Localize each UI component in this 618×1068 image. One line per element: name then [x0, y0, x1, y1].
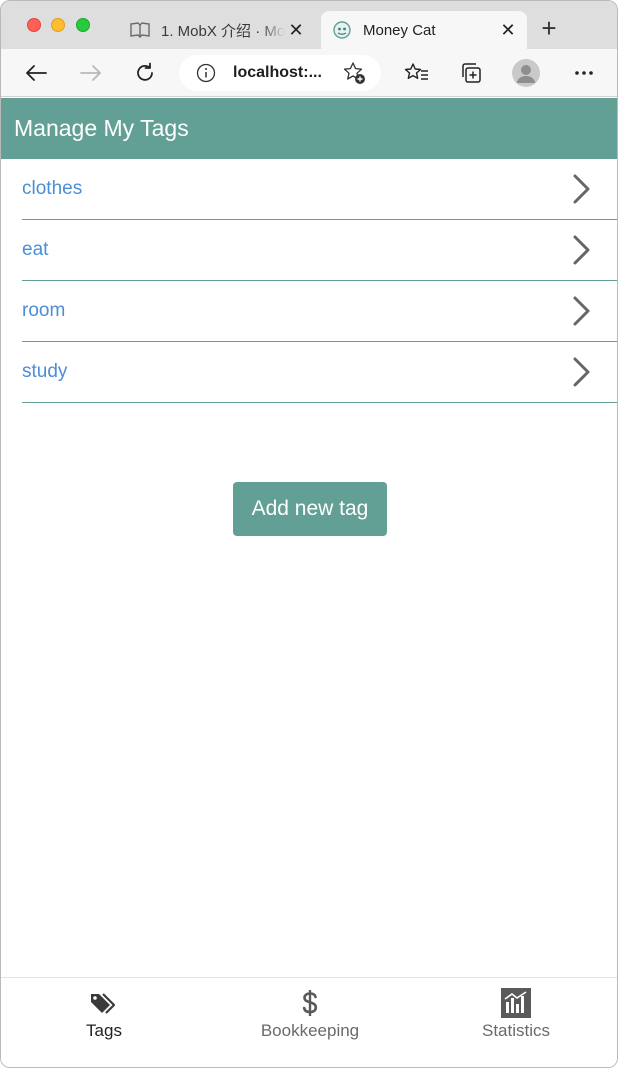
info-icon[interactable]	[195, 62, 217, 84]
nav-label: Bookkeeping	[260, 1021, 360, 1040]
tag-name[interactable]: eat	[22, 239, 48, 261]
close-window-button[interactable]	[27, 18, 41, 32]
collections-button[interactable]	[457, 59, 485, 87]
nav-item-bookkeeping[interactable]: Bookkeeping	[207, 978, 413, 1067]
tab-bar: 1. MobX 介绍 · Mo ✕ Money Cat ✕ +	[1, 1, 617, 49]
nav-label: Statistics	[481, 1021, 551, 1040]
nav-label: Tags	[86, 1021, 122, 1040]
tag-name[interactable]: clothes	[22, 178, 82, 200]
more-icon	[575, 71, 593, 75]
bottom-nav: Tags Bookkeeping Statistics	[1, 977, 617, 1067]
chevron-right-icon	[561, 352, 601, 392]
more-menu-button[interactable]	[570, 59, 598, 87]
chevron-right-icon	[561, 291, 601, 331]
tag-list: clothes eat room study	[22, 159, 617, 403]
tag-item[interactable]: eat	[22, 220, 617, 281]
chevron-right-icon	[561, 230, 601, 270]
page-title: Manage My Tags	[14, 115, 189, 141]
arrow-left-icon	[26, 65, 47, 81]
avatar-icon	[512, 59, 540, 87]
back-button[interactable]	[22, 59, 50, 87]
browser-window: 1. MobX 介绍 · Mo ✕ Money Cat ✕ + localhos…	[0, 0, 618, 1068]
tag-name[interactable]: room	[22, 300, 65, 322]
new-tab-button[interactable]: +	[537, 15, 561, 41]
collections-icon	[462, 63, 481, 83]
page-content: Manage My Tags clothes eat room study Ad…	[1, 98, 617, 1067]
favorites-icon	[404, 63, 428, 80]
favorites-button[interactable]	[403, 59, 431, 87]
reload-icon	[137, 62, 153, 81]
add-new-tag-button[interactable]: Add new tag	[233, 482, 387, 536]
forward-button[interactable]	[77, 59, 105, 87]
arrow-right-icon	[80, 65, 101, 81]
chevron-right-icon	[561, 169, 601, 209]
book-icon	[129, 19, 151, 41]
url-text: localhost:...	[233, 64, 322, 81]
address-bar[interactable]: localhost:...	[179, 55, 381, 91]
tag-item[interactable]: room	[22, 281, 617, 342]
chart-icon	[500, 988, 532, 1018]
close-tab-icon[interactable]: ✕	[285, 19, 307, 41]
tab-money-cat[interactable]: Money Cat ✕	[321, 11, 527, 49]
minimize-window-button[interactable]	[51, 18, 65, 32]
close-tab-icon[interactable]: ✕	[497, 19, 519, 41]
app-favicon-icon	[331, 19, 353, 41]
browser-toolbar: localhost:...	[1, 49, 617, 97]
maximize-window-button[interactable]	[76, 18, 90, 32]
dollar-icon	[294, 988, 326, 1018]
tag-name[interactable]: study	[22, 361, 67, 383]
add-favorite-icon[interactable]	[341, 60, 367, 86]
profile-button[interactable]	[512, 59, 540, 87]
nav-item-statistics[interactable]: Statistics	[413, 978, 617, 1067]
tag-item[interactable]: clothes	[22, 159, 617, 220]
nav-item-tags[interactable]: Tags	[1, 978, 207, 1067]
tab-title: 1. MobX 介绍 · Mo	[161, 22, 285, 40]
reload-button[interactable]	[131, 59, 159, 87]
tab-title: Money Cat	[363, 21, 436, 39]
tab-mobx[interactable]: 1. MobX 介绍 · Mo ✕	[119, 11, 315, 49]
tags-icon	[88, 988, 120, 1018]
tag-item[interactable]: study	[22, 342, 617, 403]
app-header: Manage My Tags	[1, 98, 617, 159]
